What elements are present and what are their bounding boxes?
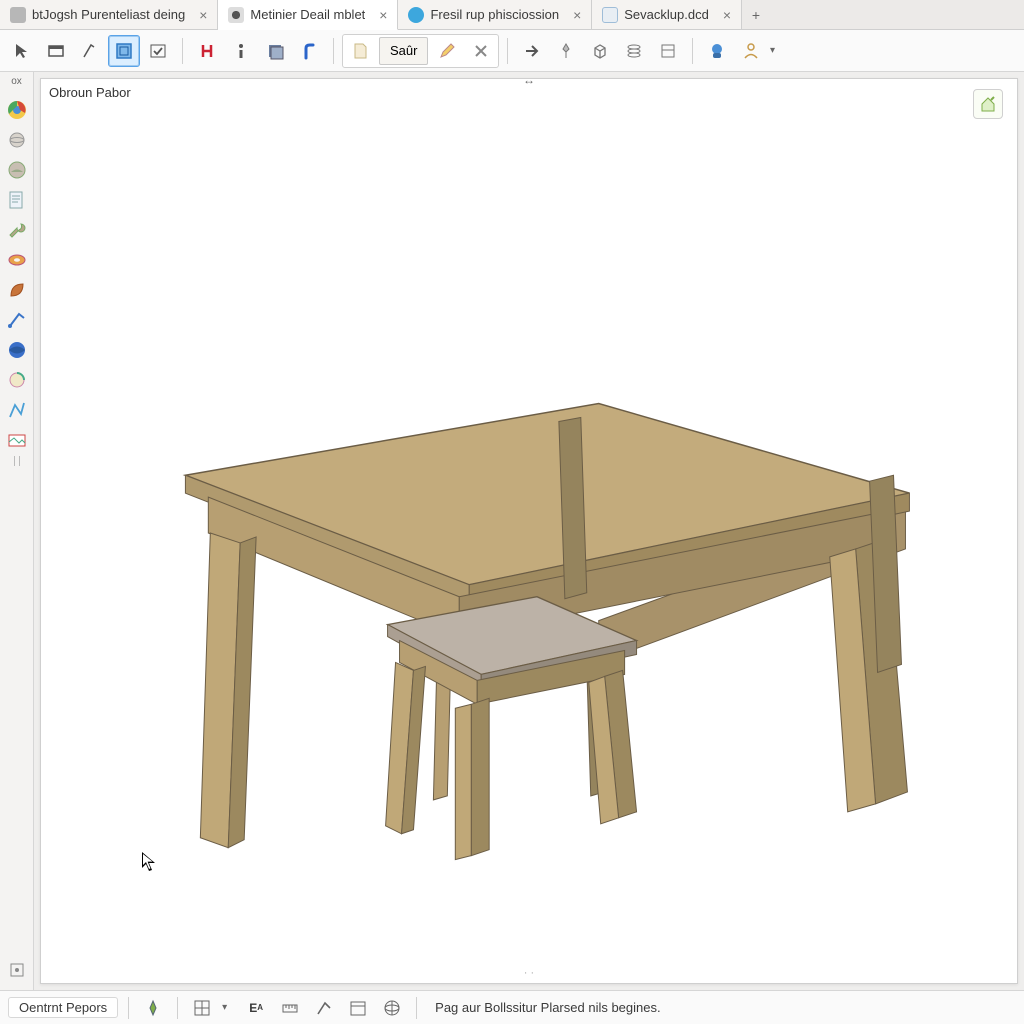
pin-tool[interactable] bbox=[550, 35, 582, 67]
extrude-tool[interactable] bbox=[293, 35, 325, 67]
app-icon bbox=[408, 7, 424, 23]
save-group: Saûr bbox=[342, 34, 499, 68]
status-mode-label: Oentrnt Pepors bbox=[19, 1000, 107, 1015]
leaf-icon[interactable] bbox=[3, 276, 31, 304]
pen-angle-tool[interactable] bbox=[74, 35, 106, 67]
panel-tool[interactable] bbox=[652, 35, 684, 67]
tab-label: btJogsh Purenteliast deing bbox=[32, 7, 185, 22]
status-separator bbox=[416, 997, 417, 1019]
sphere-icon[interactable] bbox=[3, 126, 31, 154]
viewport-container: ↔ Obroun Pabor bbox=[34, 72, 1024, 990]
constraint-tool[interactable] bbox=[191, 35, 223, 67]
torus-icon[interactable] bbox=[3, 246, 31, 274]
status-message: Pag aur Bollssitur Plarsed nils begines. bbox=[435, 1000, 660, 1015]
stack-tool[interactable] bbox=[618, 35, 650, 67]
tab-3[interactable]: Sevacklup.dcd × bbox=[592, 0, 742, 29]
layers-tool[interactable] bbox=[259, 35, 291, 67]
tab-2[interactable]: Fresil rup phisciossion × bbox=[398, 0, 592, 29]
close-icon[interactable]: × bbox=[379, 8, 387, 22]
status-separator bbox=[177, 997, 178, 1019]
status-mode-button[interactable]: Oentrnt Pepors bbox=[8, 997, 118, 1018]
sheet-tool[interactable] bbox=[345, 37, 375, 65]
dropdown-icon[interactable]: ▾ bbox=[222, 1002, 236, 1013]
grid-icon[interactable] bbox=[188, 995, 216, 1021]
path-icon[interactable] bbox=[3, 396, 31, 424]
status-bar: Oentrnt Pepors ▾ EA Pag aur Bollssitur P… bbox=[0, 990, 1024, 1024]
tab-0[interactable]: btJogsh Purenteliast deing × bbox=[0, 0, 218, 29]
cursor-tool[interactable] bbox=[6, 35, 38, 67]
toolbar-separator bbox=[333, 38, 334, 64]
toolbar-separator bbox=[692, 38, 693, 64]
measure-icon[interactable] bbox=[276, 995, 304, 1021]
person-tool[interactable] bbox=[735, 35, 767, 67]
save-button[interactable]: Saûr bbox=[379, 37, 428, 65]
close-icon[interactable]: × bbox=[573, 8, 581, 22]
screenshot-icon[interactable] bbox=[3, 426, 31, 454]
pencil-tool[interactable] bbox=[432, 37, 462, 65]
delete-tool[interactable] bbox=[466, 37, 496, 65]
toolbar-separator bbox=[507, 38, 508, 64]
calendar-icon[interactable] bbox=[344, 995, 372, 1021]
toolbar-separator bbox=[182, 38, 183, 64]
toolbox-header: ox bbox=[11, 76, 22, 94]
close-icon[interactable]: × bbox=[723, 8, 731, 22]
document-tabs: btJogsh Purenteliast deing × Metinier De… bbox=[0, 0, 1024, 30]
tab-label: Sevacklup.dcd bbox=[624, 7, 709, 22]
file-icon bbox=[602, 7, 618, 23]
tab-1[interactable]: Metinier Deail mblet × bbox=[218, 0, 398, 30]
environment-icon[interactable] bbox=[3, 156, 31, 184]
cube-tool[interactable] bbox=[584, 35, 616, 67]
gear-icon bbox=[228, 7, 244, 23]
viewport-footer-mark: · · bbox=[524, 967, 534, 979]
close-icon[interactable]: × bbox=[199, 8, 207, 22]
snap-icon[interactable] bbox=[3, 956, 31, 984]
compass-icon[interactable] bbox=[139, 995, 167, 1021]
loop-icon[interactable] bbox=[3, 366, 31, 394]
toolbox-grip[interactable] bbox=[0, 456, 34, 466]
checklist-tool[interactable] bbox=[142, 35, 174, 67]
window-tool[interactable] bbox=[40, 35, 72, 67]
save-label: Saûr bbox=[390, 43, 417, 58]
left-toolbox: ox bbox=[0, 72, 34, 990]
wrench-icon[interactable] bbox=[3, 216, 31, 244]
sweep-icon[interactable] bbox=[3, 306, 31, 334]
new-tab-button[interactable]: + bbox=[742, 0, 770, 29]
arrow-next-tool[interactable] bbox=[516, 35, 548, 67]
select-box-tool[interactable] bbox=[108, 35, 140, 67]
model-scene bbox=[41, 79, 1017, 983]
chrome-icon[interactable] bbox=[3, 96, 31, 124]
status-separator bbox=[128, 997, 129, 1019]
doc-icon bbox=[10, 7, 26, 23]
tab-label: Fresil rup phisciossion bbox=[430, 7, 559, 22]
robot-tool[interactable] bbox=[701, 35, 733, 67]
globe-icon[interactable] bbox=[3, 336, 31, 364]
info-tool[interactable] bbox=[225, 35, 257, 67]
workspace: ox ↔ Obroun Pabor bbox=[0, 72, 1024, 990]
mouse-cursor-icon bbox=[141, 851, 157, 873]
tab-label: Metinier Deail mblet bbox=[250, 7, 365, 22]
3d-viewport[interactable]: ↔ Obroun Pabor bbox=[40, 78, 1018, 984]
dropdown-icon[interactable]: ▾ bbox=[765, 35, 779, 67]
sketch-icon[interactable] bbox=[310, 995, 338, 1021]
world-icon[interactable] bbox=[378, 995, 406, 1021]
notes-icon[interactable] bbox=[3, 186, 31, 214]
main-toolbar: Saûr ▾ bbox=[0, 30, 1024, 72]
text-scale-icon[interactable]: EA bbox=[242, 995, 270, 1021]
